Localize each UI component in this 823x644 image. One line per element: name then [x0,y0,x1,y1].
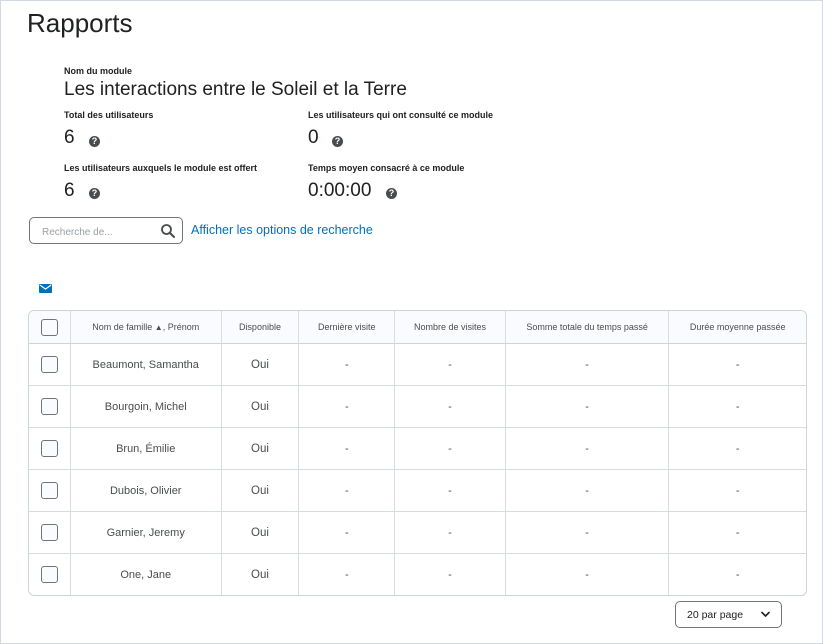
visits-cell: - [395,386,506,428]
avg-time-cell: - [669,344,806,386]
visits-cell: - [395,344,506,386]
column-header-total-time: Somme totale du temps passé [505,311,670,344]
help-icon[interactable]: ? [386,188,397,199]
row-select-cell [29,554,71,595]
column-header-avg-time: Durée moyenne passée [669,311,806,344]
availability-cell: Oui [221,386,300,428]
avg-time-cell: - [669,386,806,428]
total-time-cell: - [506,554,670,595]
table-row: Brun, Émilie Oui - - - - [29,428,806,470]
row-select-cell [29,470,71,512]
last-visit-cell: - [299,428,396,470]
row-checkbox[interactable] [40,440,58,457]
availability-cell: Oui [221,512,300,554]
module-name-label: Nom du module [64,66,132,76]
user-name: Brun, Émilie [70,428,222,470]
per-page-value: 20 par page [687,609,744,621]
help-icon[interactable]: ? [332,136,343,147]
table-row: Bourgoin, Michel Oui - - - - [29,386,806,428]
last-visit-cell: - [299,344,396,386]
total-users-label: Total des utilisateurs [64,110,154,120]
chevron-down-icon [761,611,770,617]
total-time-cell: - [505,428,670,470]
column-header-visits: Nombre de visites [395,311,506,344]
availability-cell: Oui [221,470,300,512]
table-row: Dubois, Olivier Oui - - - - [29,470,806,512]
table-row: Garnier, Jeremy Oui - - - - [29,512,806,554]
offered-users-label: Les utilisateurs auxquels le module est … [64,163,258,173]
row-select-cell [29,344,71,386]
column-header-name: Nom de famille ▲, Prénom [70,311,222,344]
visits-cell: - [395,554,506,595]
last-visit-cell: - [299,512,396,554]
row-select-cell [29,386,71,428]
total-time-cell: - [505,470,670,512]
sort-lastname-link[interactable]: Nom de famille ▲ [92,322,162,332]
avg-time-cell: - [669,512,806,554]
row-checkbox[interactable] [40,524,58,541]
user-name: One, Jane [71,554,222,595]
row-select-cell [29,512,71,554]
availability-cell: Oui [221,344,300,386]
per-page-select[interactable]: 20 par page [675,601,782,628]
search-icon[interactable] [160,223,176,239]
users-table: Nom de famille ▲, Prénom Disponible Dern… [28,310,807,596]
avg-time-cell: - [735,568,740,581]
availability-cell: Oui [221,428,300,470]
select-all-cell [29,311,71,344]
avg-time-label: Temps moyen consacré à ce module [308,163,465,173]
user-name: Beaumont, Samantha [70,344,222,386]
row-checkbox[interactable] [40,482,58,499]
user-name: Garnier, Jeremy [70,512,222,554]
search-options-link[interactable]: Afficher les options de recherche [191,223,373,237]
row-checkbox[interactable] [40,566,58,583]
last-visit-cell: - [299,554,396,595]
search-input[interactable] [40,223,154,241]
offered-users-value: 6 [64,180,75,201]
row-checkbox[interactable] [40,398,58,415]
help-icon[interactable]: ? [89,136,100,147]
table-header-row: Nom de famille ▲, Prénom Disponible Dern… [29,311,806,344]
avg-time-cell: - [669,470,806,512]
user-name: Dubois, Olivier [70,470,222,512]
avg-time-value: 0:00:00 [308,180,372,201]
viewed-users-value: 0 [308,127,319,148]
last-visit-cell: - [299,470,396,512]
row-checkbox[interactable] [40,356,58,373]
column-header-last-visit: Dernière visite [299,311,396,344]
availability-cell: Oui [222,554,300,595]
total-time-cell: - [505,344,670,386]
total-time-cell: - [505,386,670,428]
total-users-value: 6 [64,127,75,148]
visits-cell: - [395,428,506,470]
sort-ascending-icon: ▲ [154,323,163,332]
column-lastname-label: Nom de famille [92,322,153,332]
user-name: Bourgoin, Michel [70,386,222,428]
avg-time-cell: - [669,428,806,470]
table-row: Beaumont, Samantha Oui - - - - [29,344,806,386]
column-header-available: Disponible [221,311,300,344]
module-name: Les interactions entre le Soleil et la T… [64,79,407,100]
last-visit-cell: - [299,386,396,428]
row-select-cell [29,428,71,470]
visits-cell: - [395,512,506,554]
total-time-cell: - [505,512,670,554]
email-icon[interactable] [39,283,52,294]
page-title: Rapports [27,8,133,38]
select-all-checkbox[interactable] [40,318,58,336]
help-icon[interactable]: ? [89,188,100,199]
table-row: One, Jane Oui - - - - [29,554,806,595]
viewed-users-label: Les utilisateurs qui ont consulté ce mod… [308,110,494,120]
search-box [29,217,183,244]
sort-firstname-link[interactable]: , Prénom [163,322,200,332]
visits-cell: - [395,470,506,512]
